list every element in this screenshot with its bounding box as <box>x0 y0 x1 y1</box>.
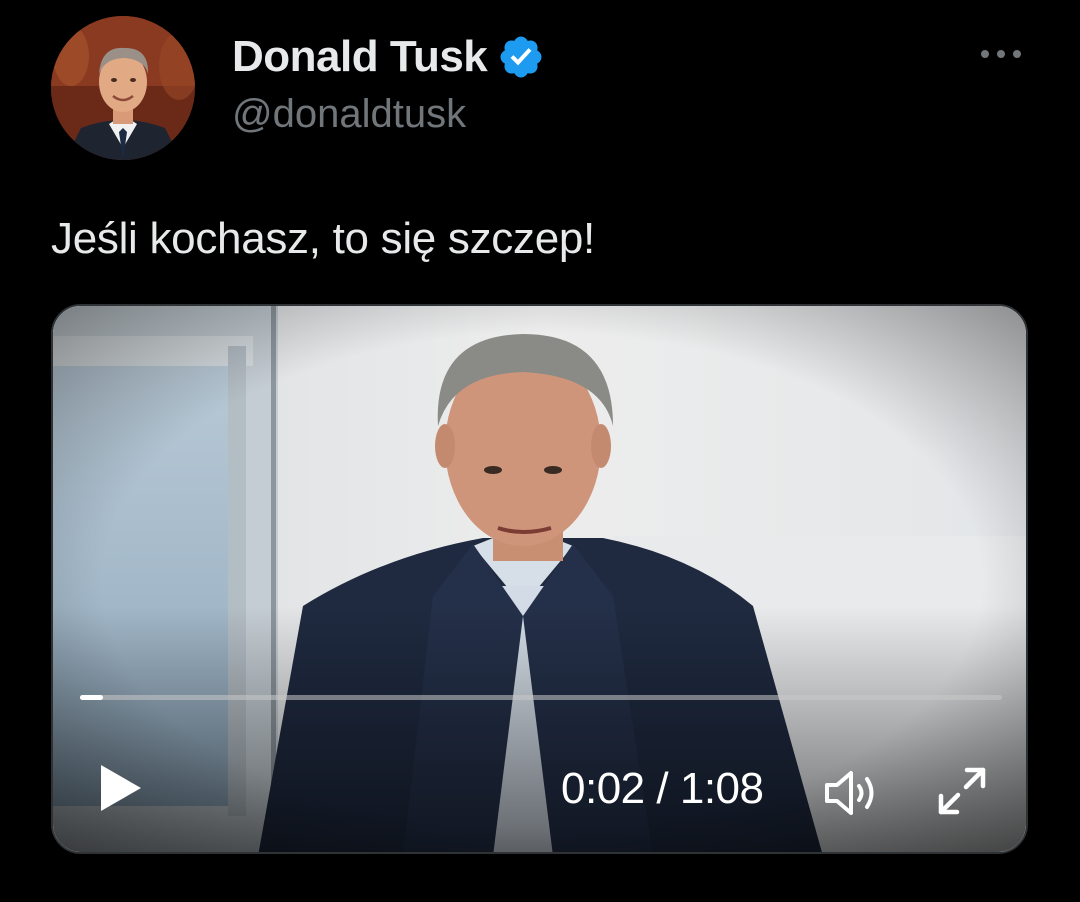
author-name-row[interactable]: Donald Tusk <box>232 30 545 84</box>
fullscreen-icon[interactable] <box>933 762 991 820</box>
volume-icon[interactable] <box>823 768 883 818</box>
avatar-image <box>51 16 195 160</box>
video-player[interactable]: 0:02 / 1:08 <box>51 304 1028 854</box>
video-time-separator: / <box>656 764 669 813</box>
author-display-name[interactable]: Donald Tusk <box>232 32 488 82</box>
author-handle[interactable]: @donaldtusk <box>232 92 466 137</box>
video-time: 0:02 / 1:08 <box>561 764 764 814</box>
post-text: Jeśli kochasz, to się szczep! <box>51 214 595 263</box>
video-progress-bar[interactable] <box>80 695 1002 700</box>
avatar[interactable] <box>51 16 195 160</box>
more-options-icon[interactable] <box>976 42 1026 66</box>
play-icon[interactable] <box>97 762 145 814</box>
tweet: Donald Tusk @donaldtusk Jeśli kochasz, t… <box>0 0 1080 902</box>
video-duration: 1:08 <box>679 764 764 813</box>
video-progress-fill <box>80 695 104 700</box>
video-current-time: 0:02 <box>561 764 645 813</box>
verified-badge-icon[interactable] <box>497 33 545 81</box>
